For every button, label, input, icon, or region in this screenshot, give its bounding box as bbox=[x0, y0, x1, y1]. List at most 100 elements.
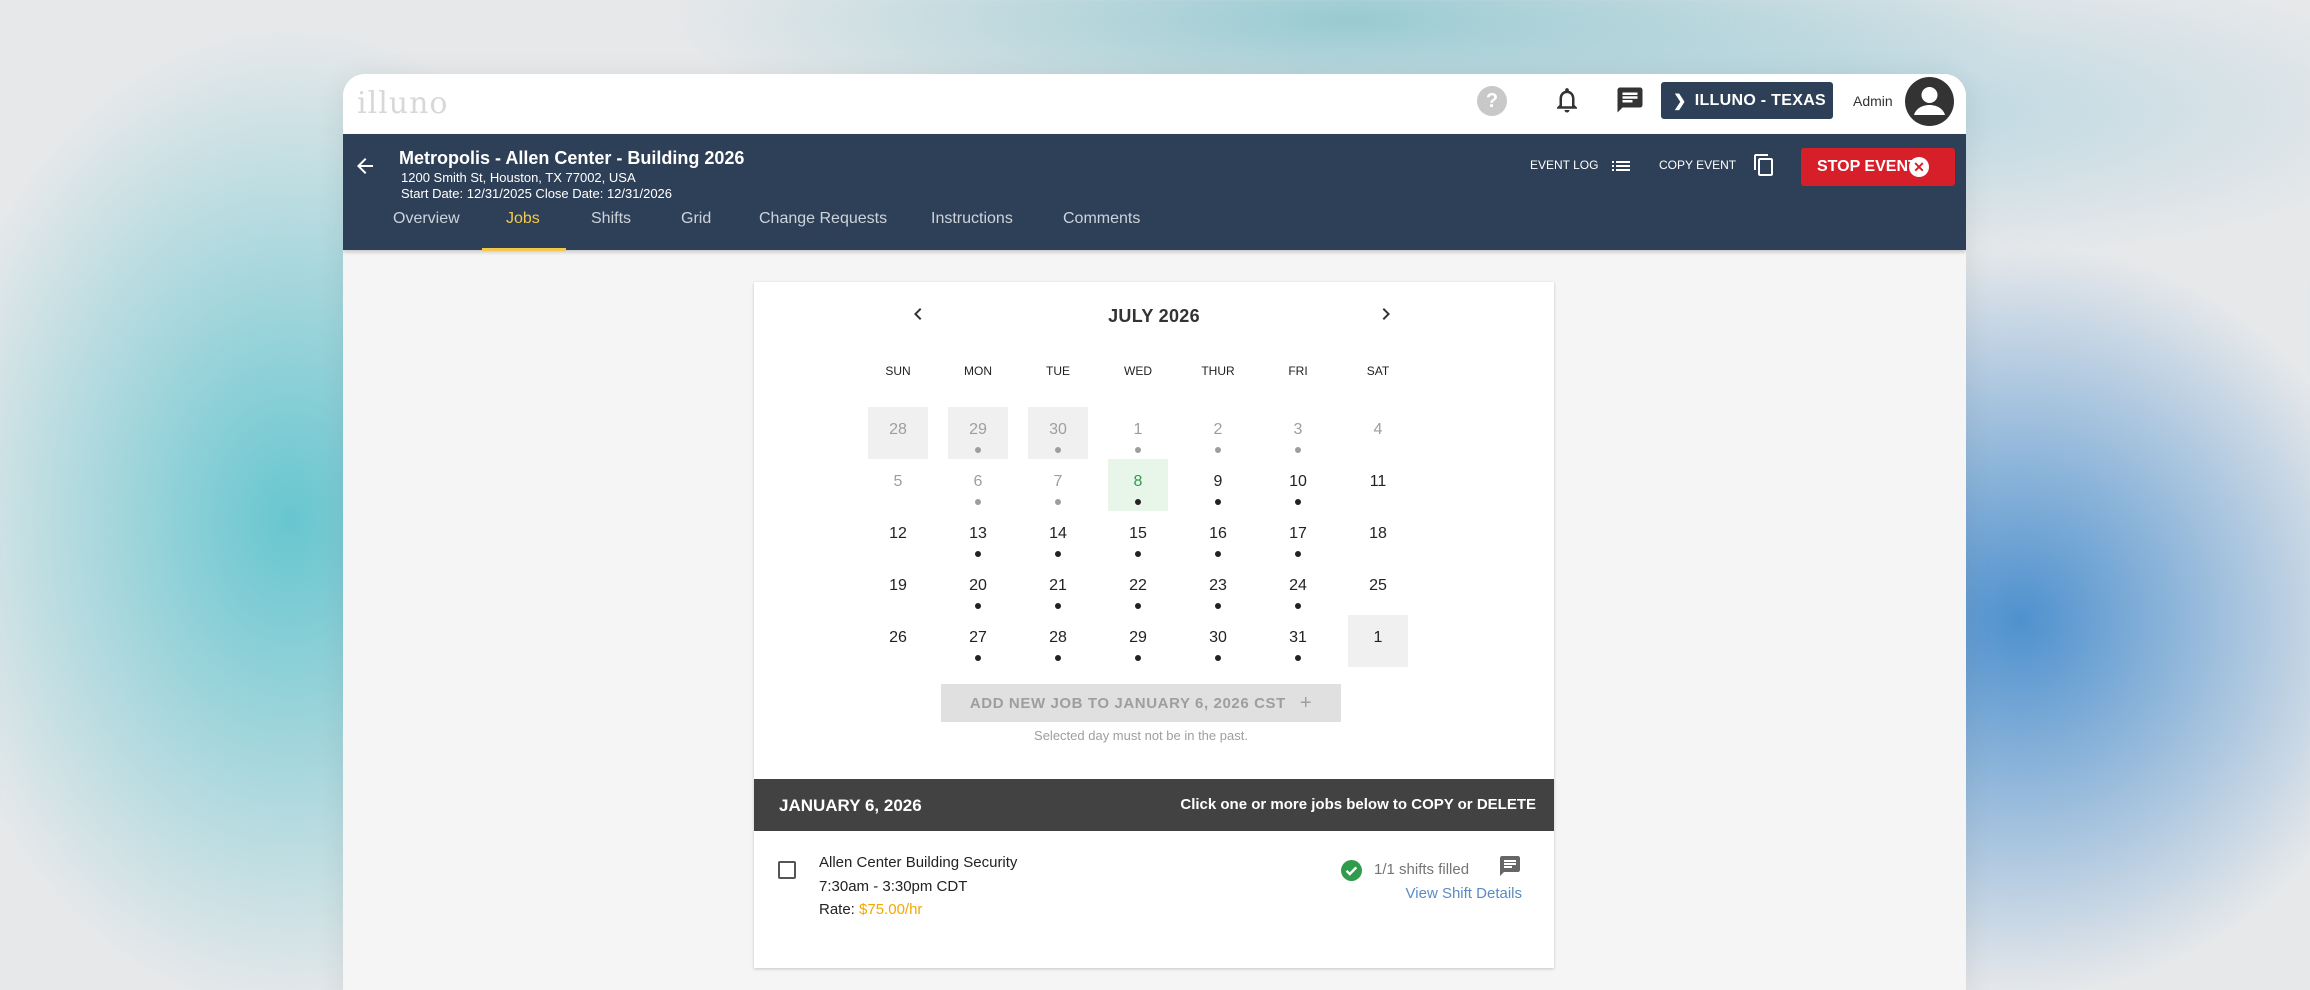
calendar-day[interactable]: 15 bbox=[1108, 511, 1168, 563]
calendar-day[interactable]: 26 bbox=[868, 615, 928, 667]
calendar-day[interactable]: 30 bbox=[1188, 615, 1248, 667]
calendar-day[interactable]: 11 bbox=[1348, 459, 1408, 511]
job-indicator-dot bbox=[1215, 499, 1221, 505]
calendar-day[interactable]: 10 bbox=[1268, 459, 1328, 511]
calendar-day[interactable]: 30 bbox=[1028, 407, 1088, 459]
calendar-day[interactable]: 19 bbox=[868, 563, 928, 615]
tab-grid[interactable]: Grid bbox=[681, 204, 711, 250]
calendar-day-number: 15 bbox=[1129, 525, 1147, 542]
chevron-right-icon: ❯ bbox=[1673, 92, 1687, 110]
weekday-label: THUR bbox=[1201, 364, 1235, 378]
chat-icon[interactable] bbox=[1615, 85, 1645, 115]
calendar-day-number: 29 bbox=[969, 421, 987, 438]
calendar-day[interactable]: 27 bbox=[948, 615, 1008, 667]
calendar-day[interactable]: 23 bbox=[1188, 563, 1248, 615]
calendar-day[interactable]: 28 bbox=[1028, 615, 1088, 667]
job-indicator-dot bbox=[1215, 603, 1221, 609]
view-shift-details-link[interactable]: View Shift Details bbox=[1406, 885, 1522, 902]
help-icon[interactable]: ? bbox=[1477, 86, 1507, 116]
job-indicator-dot bbox=[1295, 603, 1301, 609]
calendar-day[interactable]: 6 bbox=[948, 459, 1008, 511]
weekday-label: TUE bbox=[1046, 364, 1070, 378]
calendar-day-number: 17 bbox=[1289, 525, 1307, 542]
app-logo[interactable]: illuno bbox=[357, 86, 449, 121]
calendar-day-number: 7 bbox=[1053, 473, 1063, 490]
event-dates: Start Date: 12/31/2025 Close Date: 12/31… bbox=[401, 186, 673, 201]
calendar-day[interactable]: 24 bbox=[1268, 563, 1328, 615]
bell-icon[interactable] bbox=[1552, 85, 1582, 115]
chevron-left-icon[interactable] bbox=[906, 302, 930, 326]
job-indicator-dot bbox=[1295, 655, 1301, 661]
calendar-card: JULY 2026 SUN MON TUE WED THUR FRI SAT 28 29 30 1… bbox=[754, 282, 1554, 968]
calendar-day-number: 2 bbox=[1213, 421, 1223, 438]
calendar-day-number: 26 bbox=[889, 629, 907, 646]
job-indicator-dot bbox=[1135, 499, 1141, 505]
calendar-day[interactable]: 22 bbox=[1108, 563, 1168, 615]
calendar-month-label: JULY 2026 bbox=[1108, 306, 1200, 326]
copy-icon[interactable] bbox=[1752, 153, 1776, 177]
calendar-day[interactable]: 20 bbox=[948, 563, 1008, 615]
jobs-panel-hint: Click one or more jobs below to COPY or … bbox=[1180, 796, 1536, 813]
job-indicator-dot bbox=[1215, 447, 1221, 453]
calendar-day[interactable]: 1 bbox=[1348, 615, 1408, 667]
calendar-day-number: 6 bbox=[973, 473, 983, 490]
calendar-day[interactable]: 13 bbox=[948, 511, 1008, 563]
job-indicator-dot bbox=[975, 551, 981, 557]
job-indicator-dot bbox=[1215, 655, 1221, 661]
event-tabs: Overview Jobs Shifts Grid Change Request… bbox=[343, 204, 1966, 250]
event-title: Metropolis - Allen Center - Building 202… bbox=[399, 148, 745, 168]
job-indicator-dot bbox=[1055, 603, 1061, 609]
tab-jobs[interactable]: Jobs bbox=[506, 204, 540, 250]
calendar-day-number: 31 bbox=[1289, 629, 1307, 646]
calendar-day[interactable]: 5 bbox=[868, 459, 928, 511]
calendar-day[interactable]: 3 bbox=[1268, 407, 1328, 459]
calendar-day[interactable]: 28 bbox=[868, 407, 928, 459]
calendar-day[interactable]: 18 bbox=[1348, 511, 1408, 563]
back-arrow-icon[interactable] bbox=[353, 154, 377, 178]
tab-overview[interactable]: Overview bbox=[393, 204, 460, 250]
event-log-button[interactable]: EVENT LOG bbox=[1530, 158, 1598, 172]
active-tab-indicator bbox=[482, 248, 566, 251]
chevron-right-icon[interactable] bbox=[1374, 302, 1398, 326]
calendar-day[interactable]: 14 bbox=[1028, 511, 1088, 563]
calendar-day-number: 19 bbox=[889, 577, 907, 594]
calendar-day[interactable]: 7 bbox=[1028, 459, 1088, 511]
job-indicator-dot bbox=[1135, 551, 1141, 557]
tab-comments[interactable]: Comments bbox=[1063, 204, 1140, 250]
avatar-icon[interactable] bbox=[1905, 77, 1954, 126]
list-icon[interactable] bbox=[1609, 154, 1633, 178]
stop-event-button[interactable]: STOP EVENT ✕ bbox=[1801, 148, 1955, 186]
calendar-day[interactable]: 9 bbox=[1188, 459, 1248, 511]
tab-instructions[interactable]: Instructions bbox=[931, 204, 1013, 250]
calendar-day[interactable]: 29 bbox=[1108, 615, 1168, 667]
copy-event-button[interactable]: COPY EVENT bbox=[1659, 158, 1736, 172]
calendar-day[interactable]: 1 bbox=[1108, 407, 1168, 459]
calendar-day[interactable]: 4 bbox=[1348, 407, 1408, 459]
job-rate-label: Rate: bbox=[819, 901, 860, 918]
calendar-day[interactable]: 16 bbox=[1188, 511, 1248, 563]
job-name: Allen Center Building Security bbox=[819, 854, 1018, 871]
job-indicator-dot bbox=[1215, 551, 1221, 557]
job-rate: Rate: $75.00/hr bbox=[819, 901, 922, 918]
calendar-day[interactable]: 2 bbox=[1188, 407, 1248, 459]
add-job-hint: Selected day must not be in the past. bbox=[1034, 728, 1248, 743]
add-new-job-button[interactable]: ADD NEW JOB TO JANUARY 6, 2026 CST + bbox=[941, 684, 1341, 722]
organization-button[interactable]: ❯ ILLUNO - TEXAS bbox=[1661, 82, 1833, 119]
shifts-filled-status: 1/1 shifts filled bbox=[1374, 861, 1470, 878]
calendar-day-number: 28 bbox=[889, 421, 907, 438]
calendar-day-number: 24 bbox=[1289, 577, 1307, 594]
calendar-day[interactable]: 29 bbox=[948, 407, 1008, 459]
calendar-day[interactable]: 8 bbox=[1108, 459, 1168, 511]
calendar-day[interactable]: 31 bbox=[1268, 615, 1328, 667]
calendar-day[interactable]: 12 bbox=[868, 511, 928, 563]
weekday-label: WED bbox=[1124, 364, 1152, 378]
job-checkbox[interactable] bbox=[778, 861, 796, 879]
tab-shifts[interactable]: Shifts bbox=[591, 204, 631, 250]
calendar-day[interactable]: 21 bbox=[1028, 563, 1088, 615]
calendar-day[interactable]: 25 bbox=[1348, 563, 1408, 615]
calendar-day-number: 1 bbox=[1373, 629, 1383, 646]
tab-change-requests[interactable]: Change Requests bbox=[759, 204, 887, 250]
calendar-day[interactable]: 17 bbox=[1268, 511, 1328, 563]
job-indicator-dot bbox=[975, 499, 981, 505]
comment-icon[interactable] bbox=[1498, 854, 1522, 878]
